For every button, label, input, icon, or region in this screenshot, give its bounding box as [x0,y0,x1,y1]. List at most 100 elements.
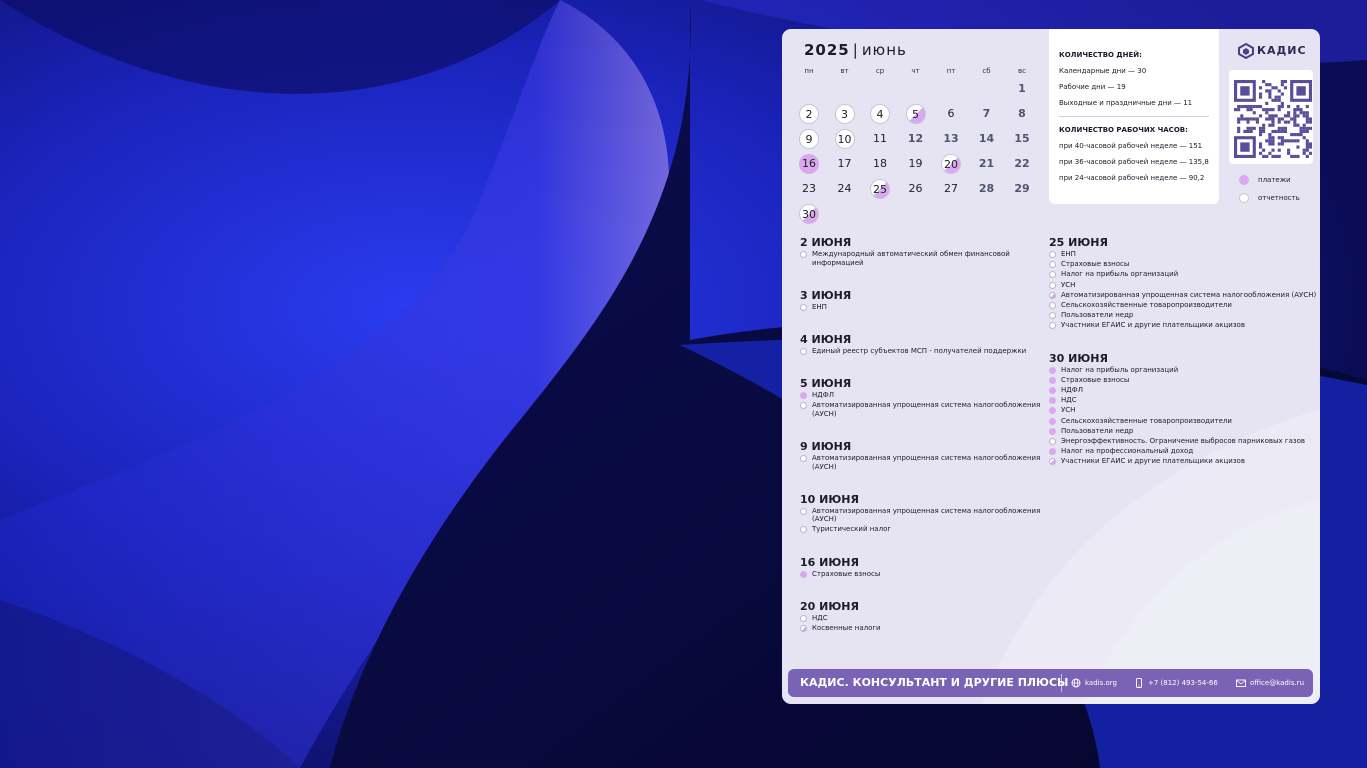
event-item: Автоматизированная упрощенная система на… [812,506,1041,515]
month-grid: 1 2 3 4 5 6 7 8 9 10 11 12 13 14 15 16 17 18 19 20 21 22 23 24 2… [791,79,1041,229]
report-marker [800,347,807,355]
event-date-heading: 20 ИЮНЯ [800,599,859,613]
payment-marker [1049,376,1056,384]
event-date-heading: 16 ИЮНЯ [800,555,859,569]
weekday-label: чт [911,67,920,75]
event-item: Страховые взносы [1061,375,1130,384]
days-heading: КОЛИЧЕСТВО ДНЕЙ: [1059,51,1142,59]
calendar-day[interactable]: 12 [906,129,926,149]
working-days: Рабочие дни — 19 [1059,83,1126,91]
calendar-day[interactable]: 5 [905,104,926,124]
report-marker [800,251,807,258]
calendar-day[interactable]: 30 [799,204,819,224]
calendar-day[interactable]: 6 [941,104,961,124]
event-item: Налог на прибыль организаций [1061,270,1179,279]
event-item-continuation: (АУСН) [812,462,837,471]
calendar-day[interactable]: 17 [835,154,855,174]
calendar-title: 2025 | июнь [804,41,907,59]
footer-email-link[interactable]: office@kadis.ru [1250,679,1304,687]
weekday-label: вт [840,67,849,75]
report-marker [800,303,807,311]
event-item: НДФЛ [812,391,835,400]
payment-marker [1049,417,1056,425]
hours-heading: КОЛИЧЕСТВО РАБОЧИХ ЧАСОВ: [1059,126,1188,134]
event-item: НДФЛ [1061,386,1084,394]
calendar-day[interactable]: 29 [1012,179,1032,199]
payments-legend-label: платежи [1258,176,1291,184]
calendar-day[interactable]: 4 [870,104,890,124]
weekday-label: ср [875,67,885,75]
hours-24: при 24-часовой рабочей неделе — 90,2 [1059,174,1205,182]
event-item: Автоматизированная упрощенная система на… [1061,290,1317,299]
calendar-day[interactable]: 10 [834,129,855,149]
kadis-logo-icon [1238,43,1254,59]
payment-marker [1049,427,1056,435]
weekday-label: пт [946,67,956,75]
report-marker [1049,251,1056,258]
calendar-day[interactable]: 14 [977,129,997,149]
calendar-day[interactable]: 22 [1012,154,1032,174]
payment-marker [1049,387,1056,394]
qr-code[interactable] [1229,70,1313,164]
calendar-day[interactable]: 28 [977,179,997,199]
footer-divider [1061,674,1062,692]
payment-report-marker [800,625,807,632]
globe-icon [1071,678,1081,688]
event-item: Сельскохозяйственные товаропроизводители [1061,416,1232,425]
reports-legend-label: отчетность [1258,194,1300,202]
title-separator: | [852,41,859,59]
payment-marker [1049,366,1056,374]
event-date-heading: 30 ИЮНЯ [1049,351,1108,365]
event-item: Сельскохозяйственные товаропроизводители [1061,301,1232,309]
calendar-day[interactable]: 24 [835,179,855,199]
calendar-day[interactable]: 8 [1012,104,1032,124]
calendar-day[interactable]: 21 [977,154,997,174]
calendar-day[interactable]: 3 [834,104,855,124]
calendar-day[interactable]: 25 [870,179,890,199]
event-item: НДС [812,613,828,622]
calendar-day[interactable]: 26 [906,179,926,199]
calendar-day[interactable]: 1 [1012,79,1032,99]
event-item: НДС [1061,396,1077,405]
calendar-day[interactable]: 13 [941,129,961,149]
event-item: Пользователи недр [1061,426,1134,435]
calendar-day[interactable]: 23 [799,179,819,199]
weekday-label: вс [1018,67,1026,75]
calendar-day[interactable]: 15 [1012,129,1032,149]
weekday-header: пн вт ср чт пт сб вс [791,67,1039,79]
event-item: Участники ЕГАИС и другие плательщики акц… [1061,457,1245,466]
footer-phone-link[interactable]: +7 (812) 493-54-66 [1148,679,1218,687]
event-item: Единый реестр субъектов МСП - получателе… [812,346,1027,355]
footer-site-link[interactable]: kadis.org [1085,679,1117,687]
calendar-day[interactable]: 20 [941,154,961,174]
calendar-day[interactable]: 16 [799,154,819,174]
event-date-heading: 2 ИЮНЯ [800,236,852,249]
calendar-day[interactable]: 9 [799,129,819,149]
calendar-widget: 2025 | июнь пн вт ср чт пт сб вс 1 2 3 4 5 6 7 8 9 10 11 12… [782,29,1320,704]
calendar-days: Календарные дни — 30 [1059,67,1147,75]
payment-marker [800,570,807,578]
calendar-day[interactable]: 18 [870,154,890,174]
event-item: Участники ЕГАИС и другие плательщики акц… [1061,321,1245,330]
weekday-label: сб [982,67,991,75]
calendar-day[interactable]: 11 [870,129,890,149]
event-date-heading: 10 ИЮНЯ [800,492,859,506]
event-item: Налог на профессиональный доход [1061,447,1194,456]
event-item: Автоматизированная упрощенная система на… [812,454,1041,462]
calendar-day[interactable]: 2 [799,104,819,124]
calendar-day[interactable]: 19 [906,154,926,174]
event-item: Автоматизированная упрощенная система на… [812,401,1041,410]
event-item: ЕНП [812,302,827,311]
event-item-continuation: информацией [812,258,864,267]
event-item: Международный автоматический обмен финан… [812,250,1010,258]
calendar-day[interactable]: 7 [977,104,997,124]
report-marker [1049,438,1056,445]
report-marker [800,507,807,515]
event-item: УСН [1061,406,1076,415]
payment-report-marker [1049,291,1056,299]
calendar-day[interactable]: 27 [941,179,961,199]
event-item: УСН [1061,280,1076,289]
event-item: Налог на прибыль организаций [1061,365,1179,374]
event-date-heading: 9 ИЮНЯ [800,440,852,453]
calendar-year: 2025 [804,41,850,59]
